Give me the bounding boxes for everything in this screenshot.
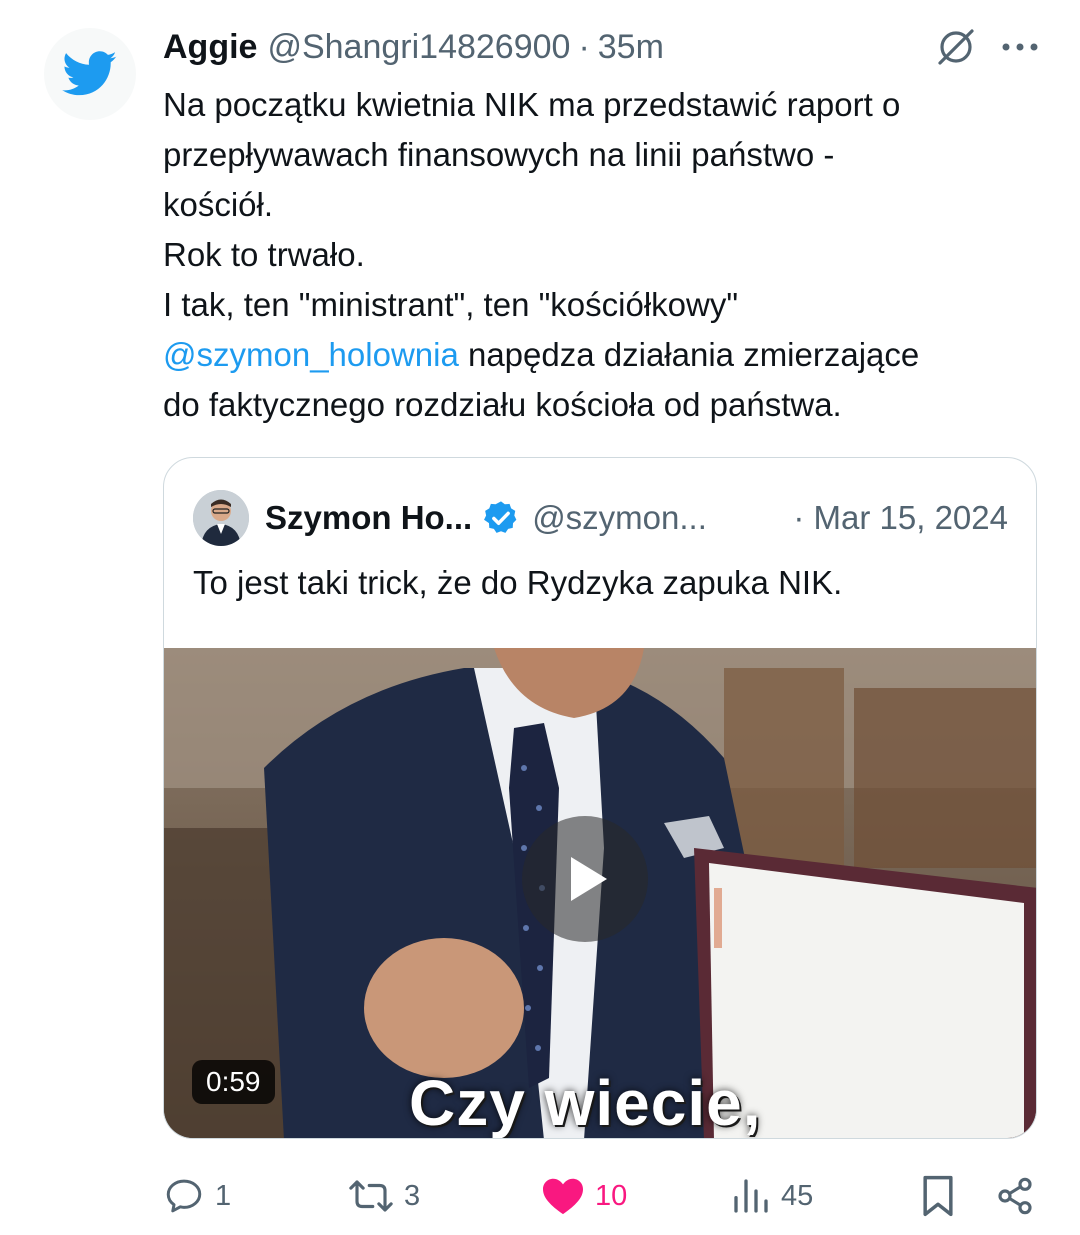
quoted-tweet[interactable]: Szymon Ho... @szymon... · Mar 15, 2024 T… xyxy=(163,457,1037,1139)
repost-count: 3 xyxy=(404,1179,421,1212)
views-button[interactable]: 45 xyxy=(731,1168,813,1224)
views-count: 45 xyxy=(781,1179,814,1212)
heart-icon xyxy=(543,1178,583,1215)
tweet-text: Na początku kwietnia NIK ma przedstawić … xyxy=(163,80,1043,430)
quote-date[interactable]: · Mar 15, 2024 xyxy=(793,499,1008,537)
quote-author-handle[interactable]: @szymon... xyxy=(532,499,707,537)
quote-text: To jest taki trick, że do Rydzyka zapuka… xyxy=(193,564,843,601)
tweet-text-part1: Na początku kwietnia NIK ma przedstawić … xyxy=(163,86,901,323)
author-name[interactable]: Aggie xyxy=(163,28,257,67)
mention-link[interactable]: @szymon_holownia xyxy=(163,336,459,373)
separator-dot: · xyxy=(578,27,590,66)
author-avatar[interactable] xyxy=(44,28,136,120)
share-icon xyxy=(998,1177,1032,1215)
action-bar: 1 3 10 45 xyxy=(163,1168,1038,1224)
quote-author-name[interactable]: Szymon Ho... xyxy=(265,499,472,537)
share-button[interactable] xyxy=(995,1168,1035,1224)
more-icon[interactable] xyxy=(1000,41,1040,53)
tweet-time[interactable]: 35m xyxy=(598,28,664,67)
quote-header: Szymon Ho... @szymon... · Mar 15, 2024 xyxy=(193,490,1008,546)
like-button[interactable]: 10 xyxy=(541,1168,627,1224)
video-player[interactable]: 0:59 Czy wiecie, xyxy=(164,648,1036,1139)
tweet-header: Aggie @Shangri14826900 · 35m xyxy=(163,24,1040,70)
like-count: 10 xyxy=(595,1179,628,1212)
verified-badge-icon xyxy=(484,501,517,533)
video-caption: Czy wiecie, xyxy=(409,1067,762,1139)
bookmark-button[interactable] xyxy=(918,1168,958,1224)
repost-button[interactable]: 3 xyxy=(348,1168,420,1224)
author-handle[interactable]: @Shangri14826900 xyxy=(267,28,570,67)
video-duration: 0:59 xyxy=(192,1060,275,1104)
bookmark-icon xyxy=(923,1175,953,1217)
reply-button[interactable]: 1 xyxy=(163,1168,231,1224)
header-actions xyxy=(934,24,1040,70)
quote-avatar[interactable] xyxy=(193,490,249,546)
quote-avatar-image xyxy=(193,490,249,546)
play-button[interactable] xyxy=(522,816,648,942)
reply-count: 1 xyxy=(215,1179,232,1212)
twitter-bird-icon xyxy=(62,51,117,96)
repost-icon xyxy=(349,1180,393,1212)
grok-icon[interactable] xyxy=(934,25,978,69)
views-icon xyxy=(734,1179,768,1213)
play-icon xyxy=(571,857,607,901)
reply-icon xyxy=(166,1179,202,1213)
